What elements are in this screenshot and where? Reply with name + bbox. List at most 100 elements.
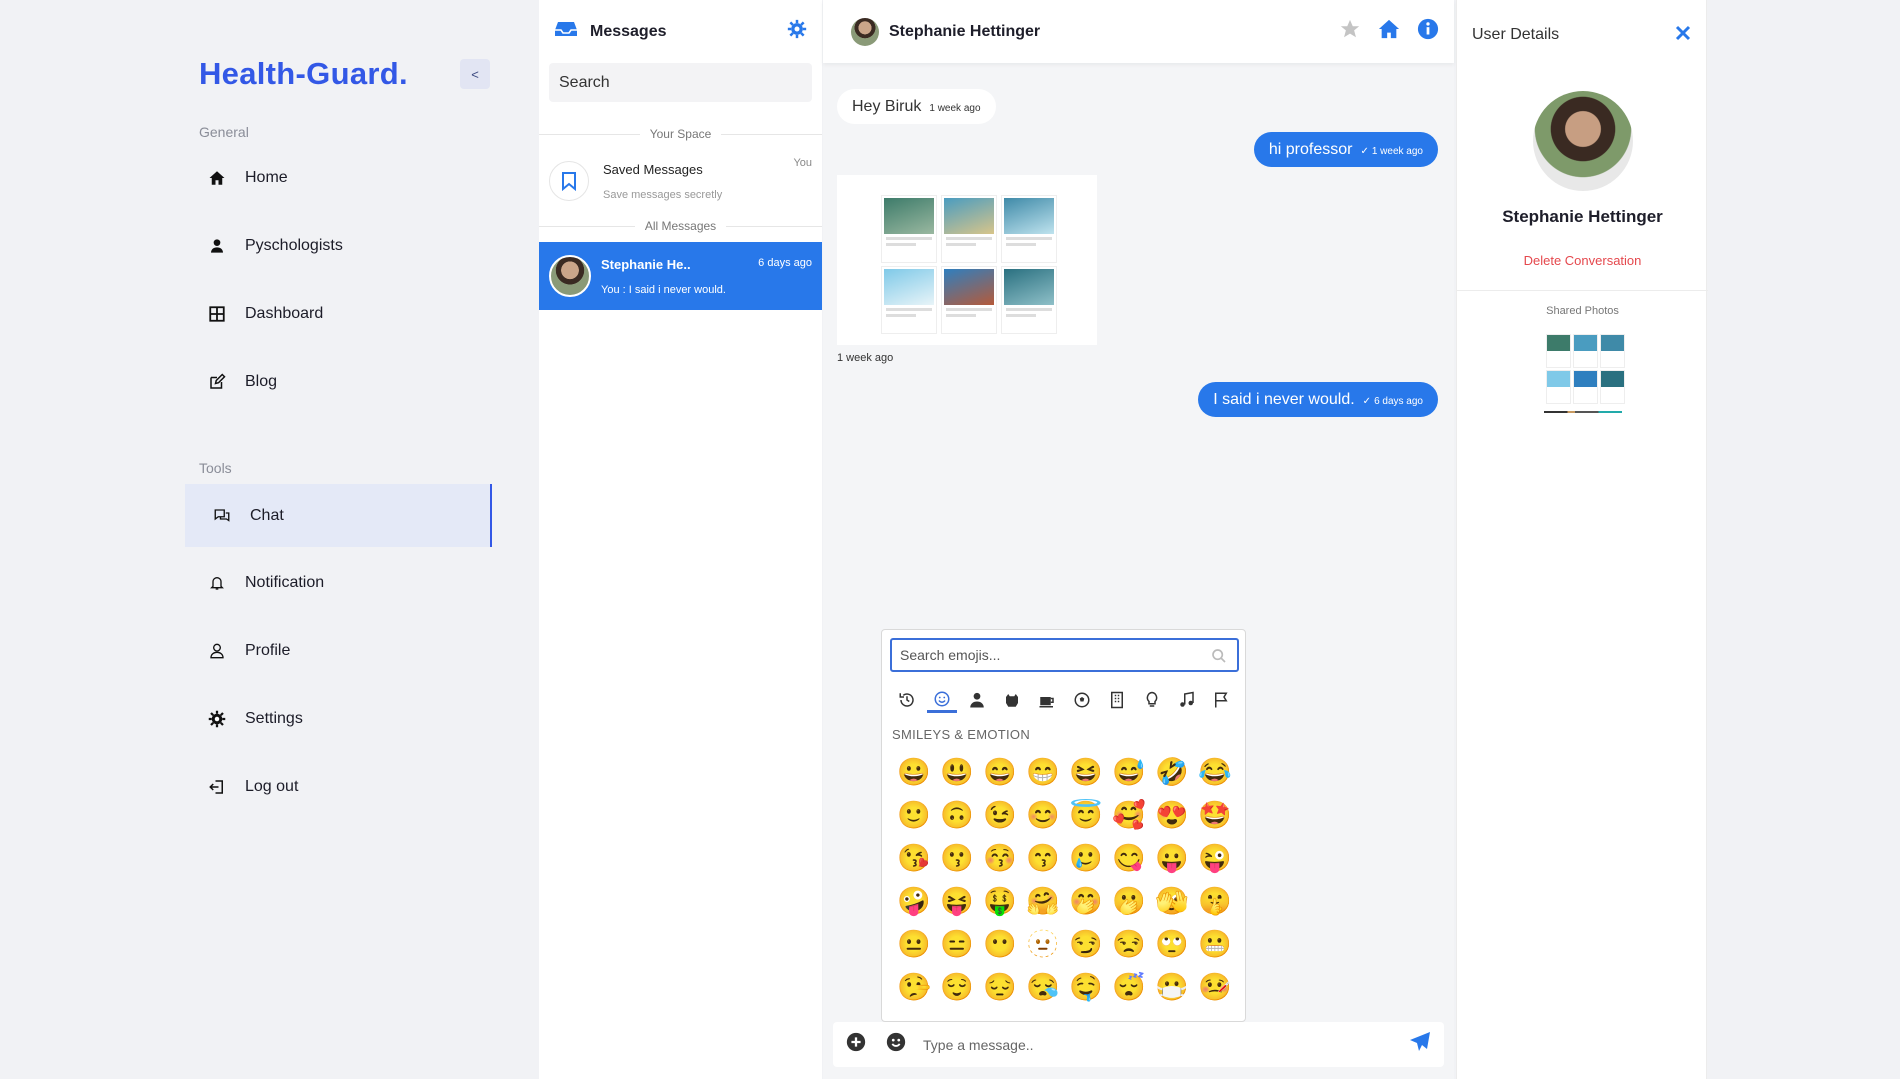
emoji-item[interactable]: 🤑 bbox=[982, 883, 1018, 919]
emoji-item[interactable]: 😴 bbox=[1111, 969, 1147, 1005]
emoji-item[interactable]: 😗 bbox=[939, 840, 975, 876]
emoji-item[interactable]: 😜 bbox=[1197, 840, 1233, 876]
emoji-item[interactable]: 😚 bbox=[982, 840, 1018, 876]
emoji-item[interactable]: 🙄 bbox=[1154, 926, 1190, 962]
emoji-item[interactable]: 🥲 bbox=[1068, 840, 1104, 876]
settings-gear-icon[interactable] bbox=[787, 19, 807, 44]
send-icon[interactable] bbox=[1408, 1030, 1432, 1059]
emoji-item[interactable]: 🙃 bbox=[939, 797, 975, 833]
emoji-item[interactable]: 🫥 bbox=[1025, 926, 1061, 962]
emoji-item[interactable]: 😋 bbox=[1111, 840, 1147, 876]
emoji-item[interactable]: 😑 bbox=[939, 926, 975, 962]
sidebar-item-home[interactable]: Home bbox=[185, 146, 492, 209]
places-icon[interactable] bbox=[1102, 687, 1132, 713]
chat-header: Stephanie Hettinger bbox=[823, 0, 1454, 63]
message-composer: Type a message.. bbox=[833, 1022, 1444, 1067]
avatar[interactable] bbox=[851, 17, 879, 46]
emoji-item[interactable]: 😅 bbox=[1111, 754, 1147, 790]
activity-icon[interactable] bbox=[1067, 687, 1097, 713]
emoji-item[interactable]: 😃 bbox=[939, 754, 975, 790]
objects-icon[interactable] bbox=[1137, 687, 1167, 713]
emoji-item[interactable]: 🤤 bbox=[1068, 969, 1104, 1005]
sidebar-item-label: Notification bbox=[245, 573, 325, 591]
gear-icon bbox=[207, 709, 227, 729]
message-input[interactable]: Type a message.. bbox=[923, 1037, 1408, 1053]
emoji-item[interactable]: 🤗 bbox=[1025, 883, 1061, 919]
emoji-item[interactable]: 🙂 bbox=[896, 797, 932, 833]
delete-conversation-button[interactable]: Delete Conversation bbox=[1457, 253, 1708, 268]
sidebar-item-notification[interactable]: Notification bbox=[185, 551, 492, 614]
image-message-time: 1 week ago bbox=[837, 352, 894, 364]
emoji-item[interactable]: 😉 bbox=[982, 797, 1018, 833]
emoji-item[interactable]: 🥰 bbox=[1111, 797, 1147, 833]
smileys-icon[interactable] bbox=[927, 687, 958, 713]
collapse-sidebar-button[interactable]: < bbox=[460, 59, 490, 89]
emoji-item[interactable]: 😍 bbox=[1154, 797, 1190, 833]
saved-messages-item[interactable]: Saved Messages Save messages secretly Yo… bbox=[539, 141, 822, 221]
recent-icon[interactable] bbox=[892, 687, 922, 713]
conversation-search-input[interactable]: Search bbox=[549, 63, 812, 102]
emoji-item[interactable]: 😂 bbox=[1197, 754, 1233, 790]
emoji-item[interactable]: 😀 bbox=[896, 754, 932, 790]
emoji-item[interactable]: 🤭 bbox=[1068, 883, 1104, 919]
user-details-name: Stephanie Hettinger bbox=[1502, 207, 1663, 226]
sidebar-item-logout[interactable]: Log out bbox=[185, 755, 492, 818]
emoji-item[interactable]: 😏 bbox=[1068, 926, 1104, 962]
emoji-search-input[interactable]: Search emojis... bbox=[890, 638, 1239, 672]
shared-photo-thumbnail[interactable] bbox=[1542, 330, 1625, 450]
emoji-item[interactable]: 🤩 bbox=[1197, 797, 1233, 833]
sidebar-item-label: Home bbox=[245, 168, 288, 186]
conversation-list-item[interactable]: Stephanie He.. 6 days ago You : I said i… bbox=[539, 242, 822, 310]
inbox-icon bbox=[554, 20, 578, 43]
check-icon: ✓ bbox=[1360, 146, 1369, 157]
chat-icon bbox=[212, 506, 232, 526]
animals-icon[interactable] bbox=[997, 687, 1027, 713]
emoji-item[interactable]: 🤒 bbox=[1197, 969, 1233, 1005]
emoji-item[interactable]: 😬 bbox=[1197, 926, 1233, 962]
symbols-icon[interactable] bbox=[1172, 687, 1202, 713]
emoji-item[interactable]: 🤣 bbox=[1154, 754, 1190, 790]
user-details-panel: User Details Stephanie Hettinger Delete … bbox=[1456, 0, 1708, 1079]
emoji-item[interactable]: 🤪 bbox=[896, 883, 932, 919]
emoji-item[interactable]: 😁 bbox=[1025, 754, 1061, 790]
emoji-item[interactable]: 😌 bbox=[939, 969, 975, 1005]
home-icon[interactable] bbox=[1377, 18, 1401, 45]
emoji-item[interactable]: 🫣 bbox=[1154, 883, 1190, 919]
close-icon[interactable] bbox=[1675, 25, 1691, 46]
emoji-item[interactable]: 😘 bbox=[896, 840, 932, 876]
message-bubble-outgoing: hi professor ✓ 1 week ago bbox=[1253, 132, 1438, 167]
emoji-item[interactable]: 😒 bbox=[1111, 926, 1147, 962]
sidebar-item-blog[interactable]: Blog bbox=[185, 350, 492, 413]
emoji-picker: Search emojis... SMILEYS & EMOTION 😀 😃 😄 😁 😆… bbox=[881, 629, 1246, 1022]
emoji-item[interactable]: 😶 bbox=[982, 926, 1018, 962]
emoji-item[interactable]: 😆 bbox=[1068, 754, 1104, 790]
brand-logo[interactable]: Health-Guard. bbox=[199, 56, 408, 92]
star-icon[interactable] bbox=[1339, 18, 1361, 45]
image-message[interactable] bbox=[837, 175, 1097, 345]
emoji-item[interactable]: 😙 bbox=[1025, 840, 1061, 876]
emoji-item[interactable]: 😪 bbox=[1025, 969, 1061, 1005]
emoji-item[interactable]: 🤥 bbox=[896, 969, 932, 1005]
emoji-item[interactable]: 🫢 bbox=[1111, 883, 1147, 919]
add-attachment-icon[interactable] bbox=[845, 1031, 867, 1058]
emoji-item[interactable]: 😇 bbox=[1068, 797, 1104, 833]
emoji-item[interactable]: 😝 bbox=[939, 883, 975, 919]
food-icon[interactable] bbox=[1032, 687, 1062, 713]
emoji-item[interactable]: 😷 bbox=[1154, 969, 1190, 1005]
sidebar-item-dashboard[interactable]: Dashboard bbox=[185, 282, 492, 345]
flags-icon[interactable] bbox=[1206, 687, 1236, 713]
people-icon[interactable] bbox=[962, 687, 992, 713]
info-icon[interactable] bbox=[1417, 18, 1439, 45]
sidebar-item-psychologists[interactable]: Pyschologists bbox=[185, 214, 492, 277]
emoji-toggle-icon[interactable] bbox=[885, 1031, 907, 1058]
emoji-item[interactable]: 😐 bbox=[896, 926, 932, 962]
sidebar-item-profile[interactable]: Profile bbox=[185, 619, 492, 682]
emoji-item[interactable]: 😄 bbox=[982, 754, 1018, 790]
sidebar-item-settings[interactable]: Settings bbox=[185, 687, 492, 750]
your-space-divider: Your Space bbox=[539, 127, 822, 141]
sidebar-item-chat[interactable]: Chat bbox=[185, 484, 492, 547]
emoji-item[interactable]: 😔 bbox=[982, 969, 1018, 1005]
emoji-item[interactable]: 😊 bbox=[1025, 797, 1061, 833]
emoji-item[interactable]: 🤫 bbox=[1197, 883, 1233, 919]
emoji-item[interactable]: 😛 bbox=[1154, 840, 1190, 876]
